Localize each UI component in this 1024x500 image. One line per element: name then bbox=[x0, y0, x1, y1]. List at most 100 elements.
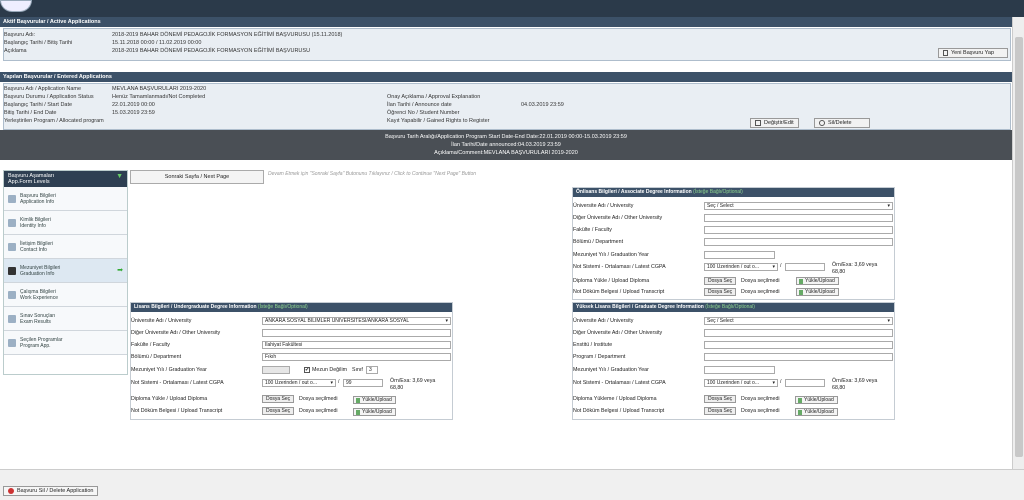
id-card-icon bbox=[8, 218, 16, 227]
active-app-dates-label: Başlangıç Tarihi / Bitiş Tarihi bbox=[4, 40, 73, 46]
graduate-other-university-input[interactable] bbox=[704, 329, 893, 337]
associate-department-label: Bölümü / Department bbox=[573, 239, 624, 245]
sidebar-item-application-info[interactable]: Başvuru Bilgileri Application Info bbox=[4, 187, 127, 211]
undergraduate-degree-panel: Lisans Bilgileri / Undergraduate Degree … bbox=[130, 302, 453, 420]
approval-explanation-label: Onay Açıklama / Approval Explanation bbox=[387, 94, 481, 100]
announce-date-label: İlan Tarihi / Announce date bbox=[387, 102, 452, 108]
graduate-diploma-label: Diploma Yükleme / Upload Diploma bbox=[573, 396, 657, 402]
entered-end-value: 15.03.2019 23:59 bbox=[112, 110, 155, 116]
undergrad-department-input[interactable]: Fıkıh bbox=[262, 353, 451, 361]
delete-button[interactable]: Sil/Delete bbox=[814, 118, 870, 128]
associate-other-university-input[interactable] bbox=[704, 214, 893, 222]
undergrad-grad-year-label: Mezuniyet Yılı / Graduation Year bbox=[131, 367, 207, 373]
briefcase-icon bbox=[8, 290, 16, 299]
graduate-diploma-choose-file[interactable]: Dosya Seç bbox=[704, 395, 737, 403]
undergrad-faculty-input[interactable]: İlahiyat Fakültesi bbox=[262, 341, 451, 349]
associate-faculty-input[interactable] bbox=[704, 226, 893, 234]
document-icon bbox=[8, 194, 16, 203]
undergrad-diploma-choose-file[interactable]: Dosya Seç bbox=[262, 395, 295, 403]
graduate-grad-year-label: Mezuniyet Yılı / Graduation Year bbox=[573, 367, 649, 373]
delete-application-button[interactable]: Başvuru Sil / Delete Application bbox=[3, 486, 99, 496]
sidebar-item-work-experience[interactable]: Çalışma Bilgileri Work Experience bbox=[4, 283, 127, 307]
graduate-university-select[interactable]: Seç / Select bbox=[704, 317, 893, 325]
sidebar-item-graduation-info[interactable]: Mezuniyet Bilgileri Graduation Info ➡ bbox=[4, 259, 127, 283]
associate-department-input[interactable] bbox=[704, 238, 893, 246]
entered-status-label: Başvuru Durumu / Application Status bbox=[4, 94, 94, 100]
associate-diploma-upload-button[interactable]: Yükle/Upload bbox=[796, 277, 839, 285]
associate-grad-year-input[interactable] bbox=[704, 251, 775, 259]
associate-diploma-no-file: Dosya seçilmedi bbox=[741, 278, 780, 284]
associate-transcript-no-file: Dosya seçilmedi bbox=[741, 289, 780, 295]
new-application-button[interactable]: Yeni Başvuru Yap bbox=[938, 48, 1008, 58]
scrollbar-thumb[interactable] bbox=[1015, 37, 1023, 457]
graduate-gpa-example: Örn/Exa: 3,69 veya bbox=[832, 378, 878, 384]
graduate-panel-title: Yüksek Lisans Bilgileri / Graduate Degre… bbox=[573, 303, 894, 312]
graduate-gpa-input[interactable] bbox=[785, 379, 825, 387]
graduate-diploma-upload-button[interactable]: Yükle/Upload bbox=[795, 396, 838, 404]
undergrad-diploma-label: Diploma Yükle / Upload Diploma bbox=[131, 396, 208, 402]
graduate-grad-year-input[interactable] bbox=[704, 366, 775, 374]
band-comment: Açıklama/Comment:MEVLANA BAŞVURULARI 201… bbox=[434, 150, 578, 156]
associate-gpa-input[interactable] bbox=[785, 263, 825, 271]
announce-date-value: 04.03.2019 23:59 bbox=[521, 102, 564, 108]
graduate-program-input[interactable] bbox=[704, 353, 893, 361]
student-number-label: Öğrenci No / Student Number bbox=[387, 110, 460, 116]
undergrad-diploma-upload-button[interactable]: Yükle/Upload bbox=[353, 396, 396, 404]
sidebar-item-identity-info[interactable]: Kimlik Bilgileri Identity Info bbox=[4, 211, 127, 235]
associate-gpa-system-select[interactable]: 100 Üzerinden / out o... bbox=[704, 263, 778, 271]
sidebar-item-contact-info[interactable]: İletişim Bilgileri Contact Info bbox=[4, 235, 127, 259]
entered-start-value: 22.01.2019 00:00 bbox=[112, 102, 155, 108]
undergrad-university-select[interactable]: ANKARA SOSYAL BİLİMLER ÜNİVERSİTESİ/ANKA… bbox=[262, 317, 451, 325]
undergrad-panel-title: Lisans Bilgileri / Undergraduate Degree … bbox=[131, 303, 452, 312]
band-date-range: Başvuru Tarih Aralığı/Application Progra… bbox=[385, 134, 627, 140]
associate-transcript-label: Not Döküm Belgesi / Upload Transcript bbox=[573, 289, 665, 295]
graduate-other-university-label: Diğer Üniversite Adı / Other University bbox=[573, 330, 663, 336]
entered-start-label: Başlangıç Tarihi / Start Date bbox=[4, 102, 73, 108]
entered-name-value: MEVLANA BAŞVURULARI 2019-2020 bbox=[112, 86, 207, 92]
active-applications-box: Başvuru Adı: 2018-2019 BAHAR DÖNEMİ PEDA… bbox=[3, 28, 1011, 61]
continue-hint: Devam Etmek için "Sonraki Sayfa" Butonun… bbox=[268, 171, 477, 177]
associate-transcript-upload-button[interactable]: Yükle/Upload bbox=[796, 288, 839, 296]
undergrad-gpa-system-select[interactable]: 100 Üzerinden / out o... bbox=[262, 379, 336, 387]
vertical-scrollbar[interactable] bbox=[1012, 17, 1024, 469]
associate-transcript-choose-file[interactable]: Dosya Seç bbox=[704, 288, 737, 296]
undergrad-transcript-choose-file[interactable]: Dosya Seç bbox=[262, 407, 295, 415]
undergrad-transcript-upload-button[interactable]: Yükle/Upload bbox=[353, 408, 396, 416]
class-input[interactable]: 3 bbox=[366, 366, 378, 374]
undergrad-other-university-input[interactable] bbox=[262, 329, 451, 337]
entered-end-label: Bitiş Tarihi / End Date bbox=[4, 110, 57, 116]
sidebar-item-exam-results[interactable]: Sınav Sonuçları Exam Results bbox=[4, 307, 127, 331]
list-icon bbox=[8, 338, 16, 347]
edit-icon bbox=[755, 120, 761, 126]
undergrad-gpa-input[interactable]: 99 bbox=[343, 379, 383, 387]
associate-gpa-example: Örn/Exa: 3,69 veya bbox=[832, 262, 878, 268]
graduate-institute-input[interactable] bbox=[704, 341, 893, 349]
sidebar-item-program-app[interactable]: Seçilen Programlar Program App. bbox=[4, 331, 127, 355]
next-page-button[interactable]: Sonraki Sayfa / Next Page bbox=[130, 170, 264, 184]
associate-gpa-example-2: 68,80 bbox=[832, 269, 846, 275]
associate-university-select[interactable]: Seç / Select bbox=[704, 202, 893, 210]
graduate-diploma-no-file: Dosya seçilmedi bbox=[741, 396, 780, 402]
not-graduated-checkbox[interactable]: ✔ bbox=[304, 367, 310, 373]
associate-diploma-choose-file[interactable]: Dosya Seç bbox=[704, 277, 737, 285]
associate-university-label: Üniversite Adı / University bbox=[573, 203, 634, 209]
active-app-desc-value: 2018-2019 BAHAR DÖNEMİ PEDAGOJİK FORMASY… bbox=[112, 48, 311, 54]
graduate-transcript-upload-button[interactable]: Yükle/Upload bbox=[795, 408, 838, 416]
sidebar-header: Başvuru Aşamaları App.Form Levels ▼ bbox=[4, 171, 127, 187]
undergrad-gpa-example: Örn/Exa: 3,69 veya bbox=[390, 378, 436, 384]
edit-button[interactable]: Değiştir/Edit bbox=[750, 118, 799, 128]
undergrad-gpa-separator: / bbox=[338, 379, 340, 385]
associate-other-university-label: Diğer Üniversite Adı / Other University bbox=[573, 215, 663, 221]
associate-gpa-label: Not Sistemi - Ortalaması / Latest CGPA bbox=[573, 264, 666, 270]
undergrad-transcript-no-file: Dosya seçilmedi bbox=[299, 408, 338, 414]
active-app-desc-label: Açıklama bbox=[4, 48, 27, 54]
graduate-transcript-choose-file[interactable]: Dosya Seç bbox=[704, 407, 737, 415]
graduate-gpa-system-select[interactable]: 100 Üzerinden / out o... bbox=[704, 379, 778, 387]
associate-diploma-label: Diploma Yükle / Upload Diploma bbox=[573, 278, 650, 284]
arrow-right-icon: ➡ bbox=[117, 266, 123, 274]
undergrad-university-label: Üniversite Adı / University bbox=[131, 318, 192, 324]
undergrad-grad-year-input[interactable] bbox=[262, 366, 290, 374]
undergrad-gpa-example-2: 68,80 bbox=[390, 385, 404, 391]
associate-gpa-separator: / bbox=[780, 263, 782, 269]
associate-grad-year-label: Mezuniyet Yılı / Graduation Year bbox=[573, 252, 649, 258]
